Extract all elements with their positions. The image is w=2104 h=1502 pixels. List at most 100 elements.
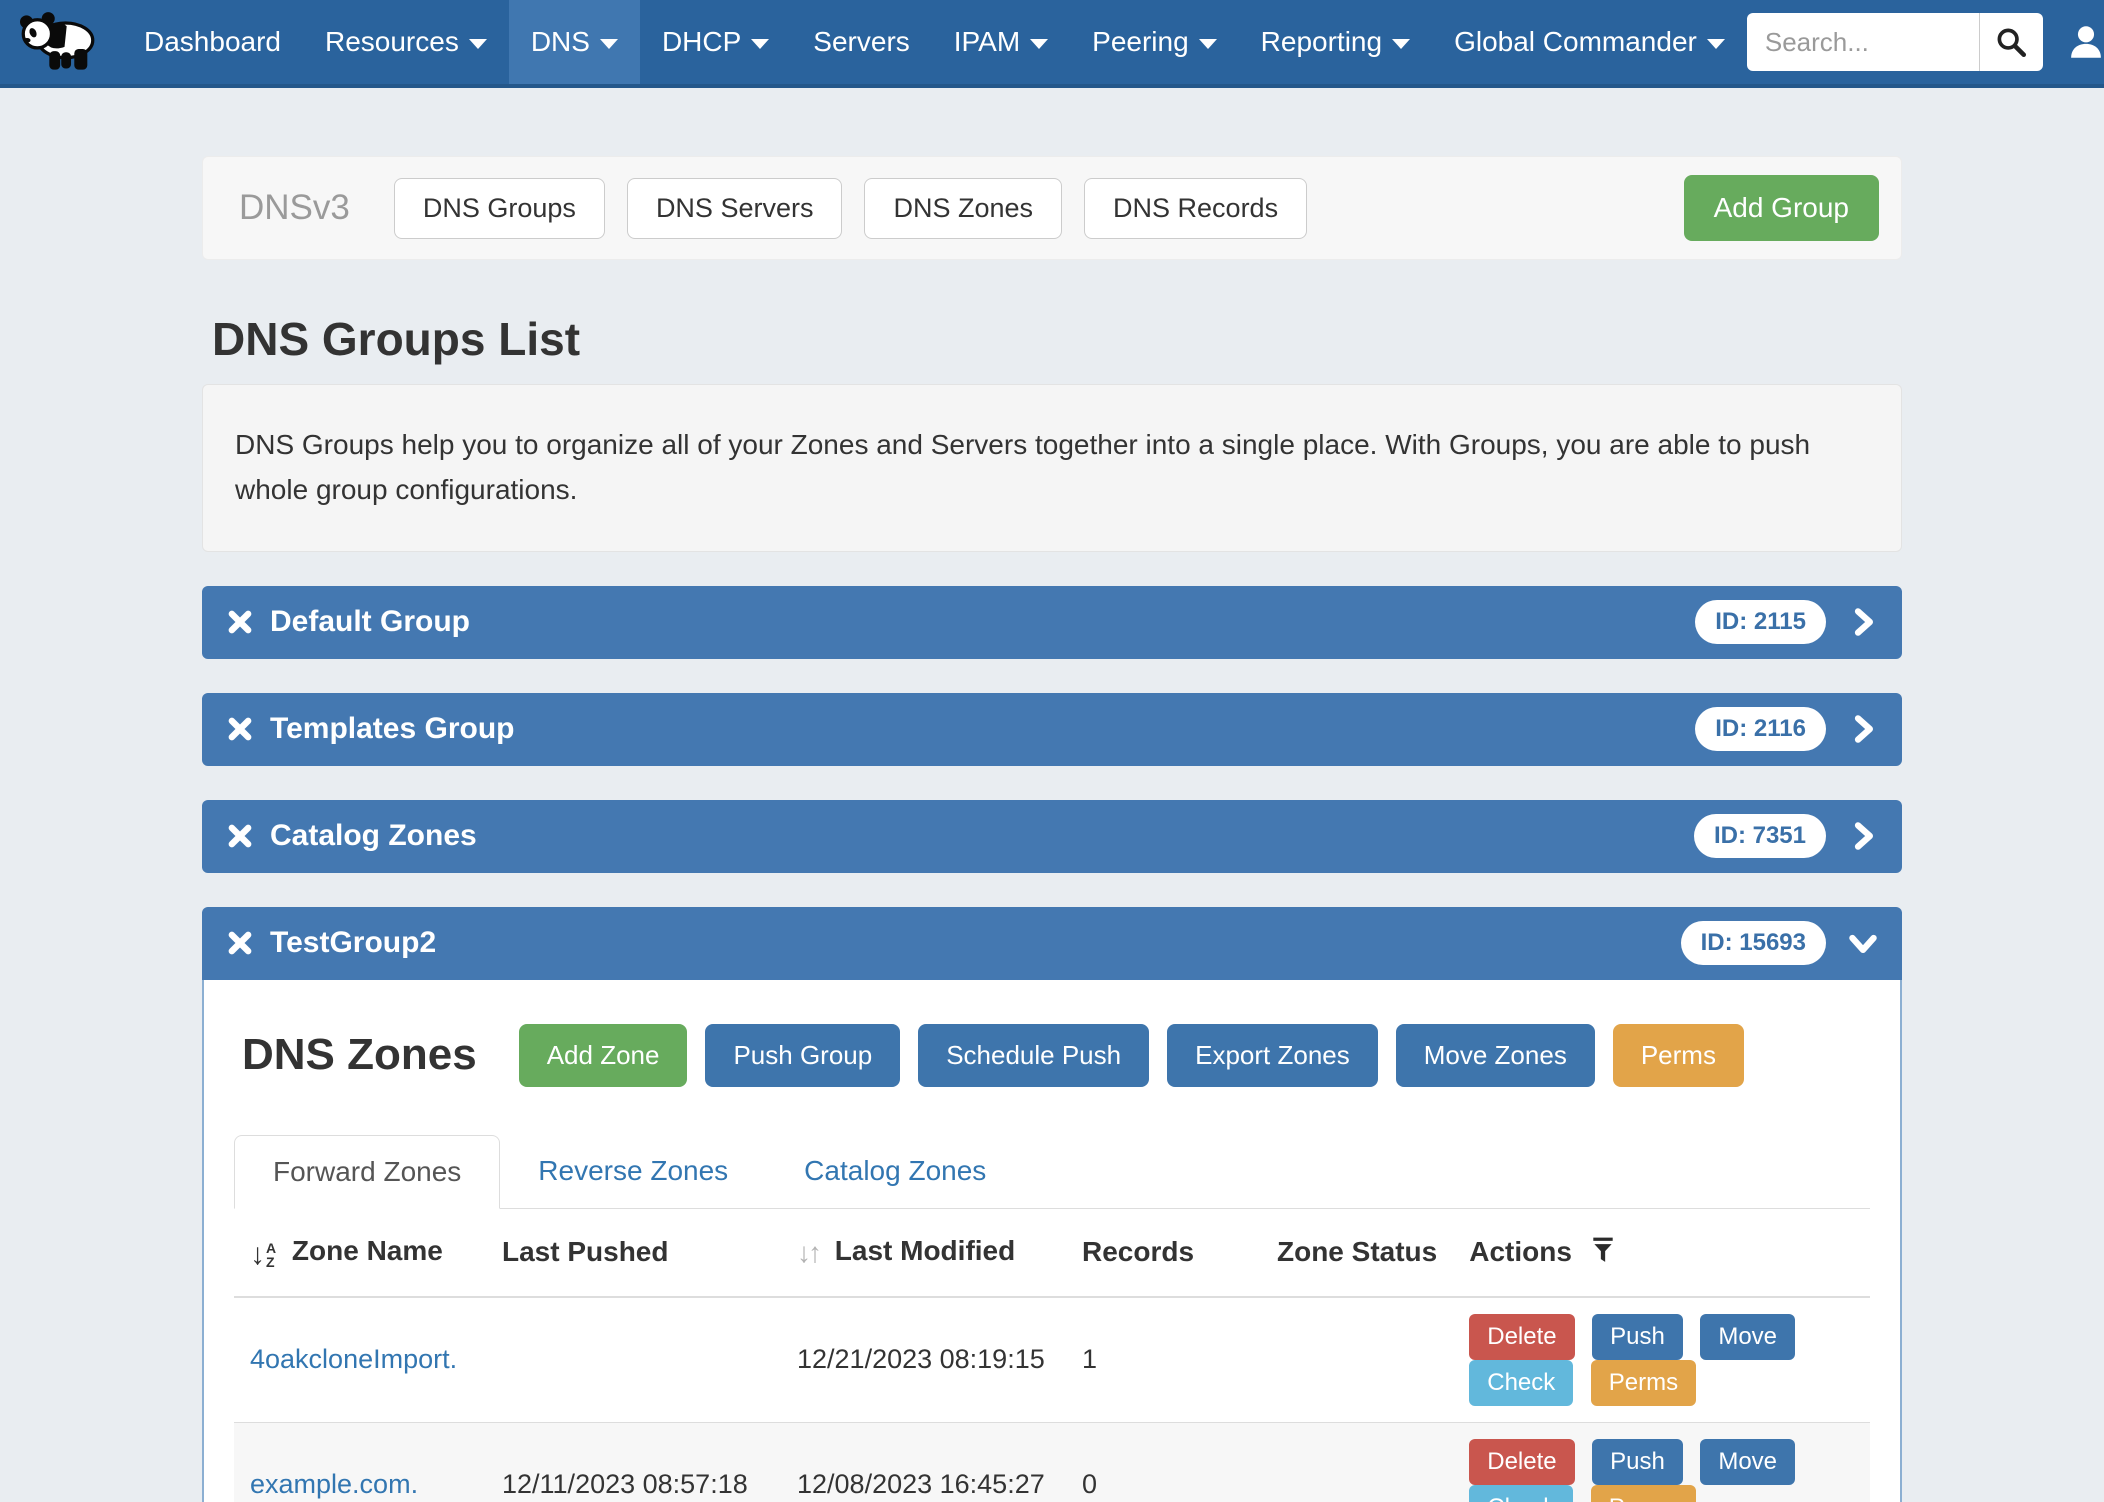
tab-catalog-zones[interactable]: Catalog Zones xyxy=(766,1135,1024,1208)
group-id-badge: ID: 15693 xyxy=(1681,921,1826,965)
add-zone-button[interactable]: Add Zone xyxy=(519,1024,688,1087)
column-label: Zone Status xyxy=(1277,1236,1437,1267)
zone-link[interactable]: 4oakcloneImport. xyxy=(250,1344,457,1374)
caret-down-icon xyxy=(1030,39,1048,49)
tab-reverse-zones[interactable]: Reverse Zones xyxy=(500,1135,766,1208)
zone-push-button[interactable]: Push xyxy=(1592,1439,1683,1485)
last-pushed-cell: 12/11/2023 08:57:18 xyxy=(486,1422,781,1502)
column-label: Records xyxy=(1082,1236,1194,1267)
dns-zones-button[interactable]: DNS Zones xyxy=(864,178,1062,239)
column-header-zone-status: Zone Status xyxy=(1261,1209,1453,1297)
nav-item-dhcp[interactable]: DHCP xyxy=(640,0,791,84)
filter-icon[interactable] xyxy=(1590,1236,1616,1264)
column-label: Zone Name xyxy=(292,1235,443,1266)
search-button[interactable] xyxy=(1979,13,2043,71)
close-x-icon[interactable] xyxy=(226,608,254,636)
column-header-last-pushed: Last Pushed xyxy=(486,1209,781,1297)
group-name: TestGroup2 xyxy=(270,926,436,960)
sort-alpha-icon: ↓AZ xyxy=(250,1240,276,1270)
move-zones-button[interactable]: Move Zones xyxy=(1396,1024,1595,1087)
nav-item-resources[interactable]: Resources xyxy=(303,0,509,84)
nav-label: Resources xyxy=(325,26,459,58)
nav-item-dns[interactable]: DNS xyxy=(509,0,640,84)
dns-records-button[interactable]: DNS Records xyxy=(1084,178,1307,239)
nav-label: Servers xyxy=(813,26,909,58)
zone-perms-button[interactable]: Perms xyxy=(1591,1360,1696,1406)
zone-delete-button[interactable]: Delete xyxy=(1469,1314,1574,1360)
nav-label: DHCP xyxy=(662,26,741,58)
zones-table: ↓AZ Zone Name Last Pushed ↓↑ Last Modifi… xyxy=(234,1209,1870,1502)
nav-label: Dashboard xyxy=(144,26,281,58)
dnsv3-brand: DNSv3 xyxy=(225,188,372,228)
top-navbar: Dashboard Resources DNS DHCP Servers IPA… xyxy=(0,0,2104,88)
caret-down-icon xyxy=(600,39,618,49)
page-description: DNS Groups help you to organize all of y… xyxy=(202,384,1902,552)
zone-link[interactable]: example.com. xyxy=(250,1469,418,1499)
caret-down-icon xyxy=(1707,39,1725,49)
column-header-zone-name[interactable]: ↓AZ Zone Name xyxy=(234,1209,486,1297)
zone-move-button[interactable]: Move xyxy=(1700,1314,1795,1360)
nav-item-servers[interactable]: Servers xyxy=(791,0,931,84)
dns-groups-button[interactable]: DNS Groups xyxy=(394,178,605,239)
last-modified-cell: 12/21/2023 08:19:15 xyxy=(781,1297,1066,1423)
group-bar-default-group[interactable]: Default Group ID: 2115 xyxy=(202,586,1902,659)
chevron-down-icon xyxy=(1848,928,1878,958)
group-name: Catalog Zones xyxy=(270,819,477,853)
records-cell: 1 xyxy=(1066,1297,1261,1423)
table-row: 4oakcloneImport. 12/21/2023 08:19:15 1 D… xyxy=(234,1297,1870,1423)
add-group-button[interactable]: Add Group xyxy=(1684,175,1879,241)
sort-icon: ↓↑ xyxy=(797,1237,819,1268)
zone-move-button[interactable]: Move xyxy=(1700,1439,1795,1485)
dnsv3-toolbar: DNSv3 DNS Groups DNS Servers DNS Zones D… xyxy=(202,156,1902,260)
nav-label: Reporting xyxy=(1261,26,1382,58)
zone-tabs: Forward Zones Reverse Zones Catalog Zone… xyxy=(234,1135,1870,1209)
search-icon xyxy=(1994,25,2028,59)
tab-forward-zones[interactable]: Forward Zones xyxy=(234,1135,500,1209)
caret-down-icon xyxy=(469,39,487,49)
table-row: example.com. 12/11/2023 08:57:18 12/08/2… xyxy=(234,1422,1870,1502)
column-label: Last Pushed xyxy=(502,1236,668,1267)
zone-check-button[interactable]: Check xyxy=(1469,1360,1573,1406)
nav-item-dashboard[interactable]: Dashboard xyxy=(122,0,303,84)
export-zones-button[interactable]: Export Zones xyxy=(1167,1024,1378,1087)
zone-status-cell xyxy=(1261,1422,1453,1502)
last-modified-cell: 12/08/2023 16:45:27 xyxy=(781,1422,1066,1502)
group-bar-testgroup2[interactable]: TestGroup2 ID: 15693 xyxy=(202,907,1902,980)
zone-perms-button[interactable]: Perms xyxy=(1591,1485,1696,1502)
zone-check-button[interactable]: Check xyxy=(1469,1485,1573,1502)
close-x-icon[interactable] xyxy=(226,822,254,850)
group-bar-templates-group[interactable]: Templates Group ID: 2116 xyxy=(202,693,1902,766)
zone-delete-button[interactable]: Delete xyxy=(1469,1439,1574,1485)
nav-item-global-commander[interactable]: Global Commander xyxy=(1432,0,1747,84)
perms-button[interactable]: Perms xyxy=(1613,1024,1744,1087)
caret-down-icon xyxy=(751,39,769,49)
column-header-actions[interactable]: Actions xyxy=(1453,1209,1870,1297)
chevron-right-icon xyxy=(1848,607,1878,637)
search-group xyxy=(1747,13,2043,71)
dns-servers-button[interactable]: DNS Servers xyxy=(627,178,843,239)
search-input[interactable] xyxy=(1747,13,1979,71)
group-id-badge: ID: 2115 xyxy=(1695,600,1826,644)
caret-down-icon xyxy=(1199,39,1217,49)
column-header-records: Records xyxy=(1066,1209,1261,1297)
user-menu[interactable] xyxy=(2065,21,2104,63)
panda-logo[interactable] xyxy=(0,0,122,84)
close-x-icon[interactable] xyxy=(226,715,254,743)
column-header-last-modified[interactable]: ↓↑ Last Modified xyxy=(781,1209,1066,1297)
group-id-badge: ID: 7351 xyxy=(1694,814,1826,858)
group-bar-catalog-zones[interactable]: Catalog Zones ID: 7351 xyxy=(202,800,1902,873)
nav-item-peering[interactable]: Peering xyxy=(1070,0,1239,84)
push-group-button[interactable]: Push Group xyxy=(705,1024,900,1087)
user-icon xyxy=(2065,21,2104,63)
schedule-push-button[interactable]: Schedule Push xyxy=(918,1024,1149,1087)
column-label: Actions xyxy=(1469,1236,1572,1267)
last-pushed-cell xyxy=(486,1297,781,1423)
nav-item-reporting[interactable]: Reporting xyxy=(1239,0,1432,84)
zone-status-cell xyxy=(1261,1297,1453,1423)
zone-push-button[interactable]: Push xyxy=(1592,1314,1683,1360)
nav-label: DNS xyxy=(531,26,590,58)
nav-label: Peering xyxy=(1092,26,1189,58)
nav-item-ipam[interactable]: IPAM xyxy=(932,0,1070,84)
page-title: DNS Groups List xyxy=(212,312,1902,366)
close-x-icon[interactable] xyxy=(226,929,254,957)
